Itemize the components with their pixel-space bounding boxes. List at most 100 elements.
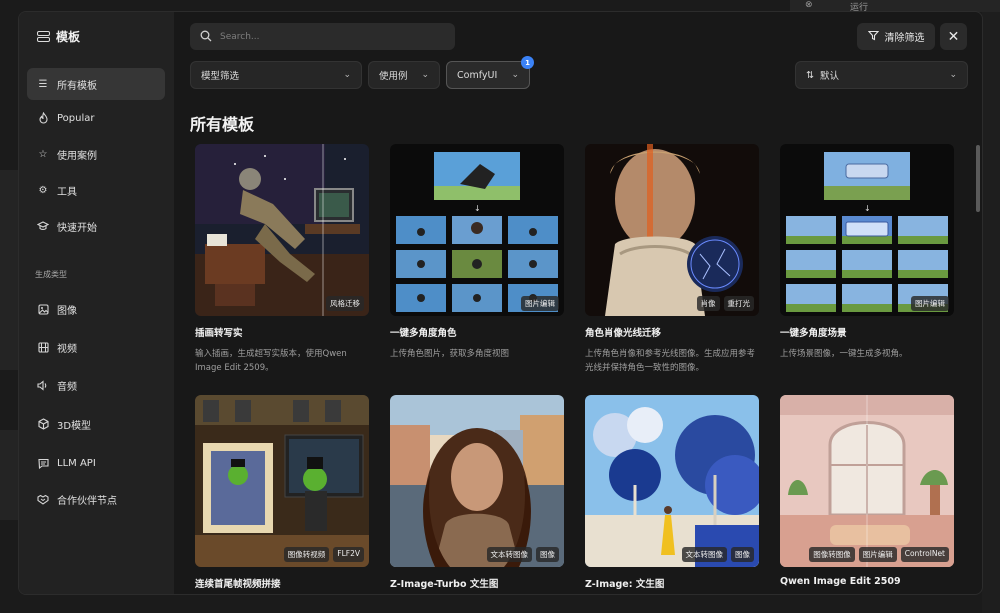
- svg-text:↓: ↓: [864, 204, 871, 213]
- chevron-down-icon: ⌄: [949, 70, 957, 80]
- sidebar-item-label: 音频: [57, 381, 77, 393]
- image-icon: [37, 303, 49, 315]
- sidebar-item-tools[interactable]: ⚙ 工具: [27, 174, 165, 206]
- search-input[interactable]: [220, 31, 440, 42]
- sidebar-item-3d-model[interactable]: 3D模型: [27, 408, 165, 440]
- message-square-icon: [37, 457, 49, 469]
- card-title: 连续首尾帧视频拼接: [195, 579, 281, 590]
- use-case-filter-dropdown[interactable]: 使用例 ⌄: [368, 61, 440, 89]
- multi-angle-scene-thumbnail: ↓: [780, 144, 954, 316]
- card-title: 角色肖像光线迁移: [585, 328, 662, 339]
- sidebar-item-llm-api[interactable]: LLM API: [27, 447, 165, 479]
- sort-dropdown[interactable]: ⇅ 默认 ⌄: [795, 61, 968, 89]
- template-thumbnail[interactable]: ↓ 图片编辑: [780, 144, 954, 316]
- star-icon: ☆: [38, 148, 48, 160]
- card-title: 插画转写实: [195, 328, 243, 339]
- model-filter-dropdown[interactable]: 模型筛选 ⌄: [190, 61, 362, 89]
- template-card[interactable]: ↓ 图片编辑 一键多角度角色 上传角色图片，获取多角度视图: [390, 144, 564, 361]
- background-topbar-icon: ⊗: [805, 0, 813, 10]
- tag-label: 文本转图像: [681, 547, 727, 562]
- tag-label: 图像: [731, 547, 754, 562]
- sidebar-item-use-cases[interactable]: ☆ 使用案例: [27, 138, 165, 170]
- card-title: Z-Image-Turbo 文生图: [390, 579, 499, 590]
- brand: 模板: [37, 28, 80, 45]
- template-thumbnail[interactable]: 文本转图像 图像: [390, 395, 564, 567]
- tag-label: 图片编辑: [521, 296, 559, 311]
- template-card[interactable]: 肖像 重打光 角色肖像光线迁移 上传角色肖像和参考光线图像。生成应用参考光线并保…: [585, 144, 759, 375]
- sidebar-item-all-templates[interactable]: ☰ 所有模板: [27, 68, 165, 100]
- template-card[interactable]: ↓ 图片编辑 一键多角度场景 上传场景图像，一键生成多视角。: [780, 144, 954, 361]
- multi-angle-character-thumbnail: ↓: [390, 144, 564, 316]
- volume-icon: [37, 379, 49, 391]
- clear-filters-label: 清除筛选: [884, 33, 925, 44]
- card-title: Z-Image: 文生图: [585, 579, 665, 590]
- template-thumbnail[interactable]: 文本转图像 图像: [585, 395, 759, 567]
- template-card[interactable]: 文本转图像 图像 Z-Image: 文生图: [585, 395, 759, 590]
- tag-group: 风格迁移: [326, 296, 364, 311]
- qwen-image-edit-thumbnail: [780, 395, 954, 567]
- template-thumbnail[interactable]: 风格迁移: [195, 144, 369, 316]
- tag-label: 图像转视频: [283, 547, 330, 562]
- tag-label: 重打光: [723, 296, 754, 311]
- templates-dialog: 模板 ☰ 所有模板 Popular ☆ 使用案例 ⚙ 工具 快速开始 生成类型: [18, 11, 983, 595]
- dropdown-label: ComfyUI: [457, 69, 498, 81]
- close-button[interactable]: ✕: [940, 23, 967, 50]
- sidebar-item-label: 快速开始: [57, 222, 97, 234]
- template-card[interactable]: 图像转视频 FLF2V 连续首尾帧视频拼接: [195, 395, 369, 590]
- sidebar-item-label: 图像: [57, 305, 77, 317]
- svg-text:↓: ↓: [474, 204, 481, 213]
- sort-icon: ⇅: [806, 69, 814, 81]
- sidebar-item-image[interactable]: 图像: [27, 293, 165, 325]
- z-image-thumbnail: [585, 395, 759, 567]
- sidebar-item-popular[interactable]: Popular: [27, 102, 165, 134]
- template-thumbnail[interactable]: 图像转视频 FLF2V: [195, 395, 369, 567]
- background-right-panel: [982, 0, 1000, 613]
- template-thumbnail[interactable]: 肖像 重打光: [585, 144, 759, 316]
- sidebar-item-audio[interactable]: 音频: [27, 369, 165, 401]
- gear-icon: ⚙: [38, 184, 48, 196]
- search-box[interactable]: [190, 23, 455, 50]
- scrollbar[interactable]: [976, 145, 980, 212]
- sidebar-item-label: 工具: [57, 186, 77, 198]
- dropdown-label: 默认: [819, 71, 839, 82]
- template-card[interactable]: 文本转图像 图像 Z-Image-Turbo 文生图: [390, 395, 564, 590]
- sidebar-item-label: 所有模板: [57, 80, 97, 92]
- z-image-turbo-thumbnail: [390, 395, 564, 567]
- search-icon: [200, 27, 212, 46]
- sidebar: 模板 ☰ 所有模板 Popular ☆ 使用案例 ⚙ 工具 快速开始 生成类型: [19, 12, 174, 594]
- cube-icon: [37, 418, 49, 430]
- tag-label: 图片编辑: [858, 547, 897, 562]
- sidebar-item-label: 3D模型: [57, 420, 92, 432]
- template-thumbnail[interactable]: ↓ 图片编辑: [390, 144, 564, 316]
- tag-label: 图片编辑: [911, 296, 949, 311]
- sidebar-item-label: 合作伙伴节点: [57, 495, 117, 507]
- main-content: 清除筛选 ✕ 模型筛选 ⌄ 使用例 ⌄ ComfyUI ⌄ 1 ⇅ 默认 ⌄ 所…: [174, 12, 982, 594]
- sidebar-item-video[interactable]: 视频: [27, 331, 165, 363]
- dropdown-label: 使用例: [379, 71, 408, 82]
- sidebar-item-partner-nodes[interactable]: 合作伙伴节点: [27, 483, 165, 515]
- handshake-icon: [37, 493, 49, 505]
- template-card[interactable]: 风格迁移 插画转写实 输入插画，生成超写实版本，使用Qwen Image Edi…: [195, 144, 369, 375]
- comfyui-filter-dropdown[interactable]: ComfyUI ⌄: [446, 61, 530, 89]
- sidebar-item-quick-start[interactable]: 快速开始: [27, 210, 165, 242]
- template-card[interactable]: 图像转图像 图片编辑 ControlNet Qwen Image Edit 25…: [780, 395, 954, 587]
- chevron-down-icon: ⌄: [343, 70, 351, 80]
- card-description: 上传角色图片，获取多角度视图: [390, 349, 510, 359]
- template-thumbnail[interactable]: 图像转图像 图片编辑 ControlNet: [780, 395, 954, 567]
- clear-filters-button[interactable]: 清除筛选: [857, 23, 935, 50]
- portrait-relight-thumbnail: [585, 144, 759, 316]
- tag-label: 图像转图像: [809, 547, 855, 562]
- card-description: 上传场景图像，一键生成多视角。: [780, 349, 908, 359]
- sidebar-item-label: LLM API: [57, 457, 96, 469]
- illustration-to-real-thumbnail: [195, 144, 369, 316]
- card-title: Qwen Image Edit 2509: [780, 576, 901, 587]
- tag-label: 肖像: [696, 296, 720, 311]
- flf2v-video-thumbnail: [195, 395, 369, 567]
- tag-group: 图像转图像 图片编辑 ControlNet: [809, 547, 949, 562]
- dropdown-label: 模型筛选: [201, 71, 240, 82]
- background-panel: [0, 170, 18, 370]
- tag-group: 图像转视频 FLF2V: [283, 547, 364, 562]
- chevron-down-icon: ⌄: [421, 70, 429, 80]
- tag-label: FLF2V: [333, 547, 364, 562]
- card-description: 上传角色肖像和参考光线图像。生成应用参考光线并保持角色一致性的图像。: [585, 349, 756, 373]
